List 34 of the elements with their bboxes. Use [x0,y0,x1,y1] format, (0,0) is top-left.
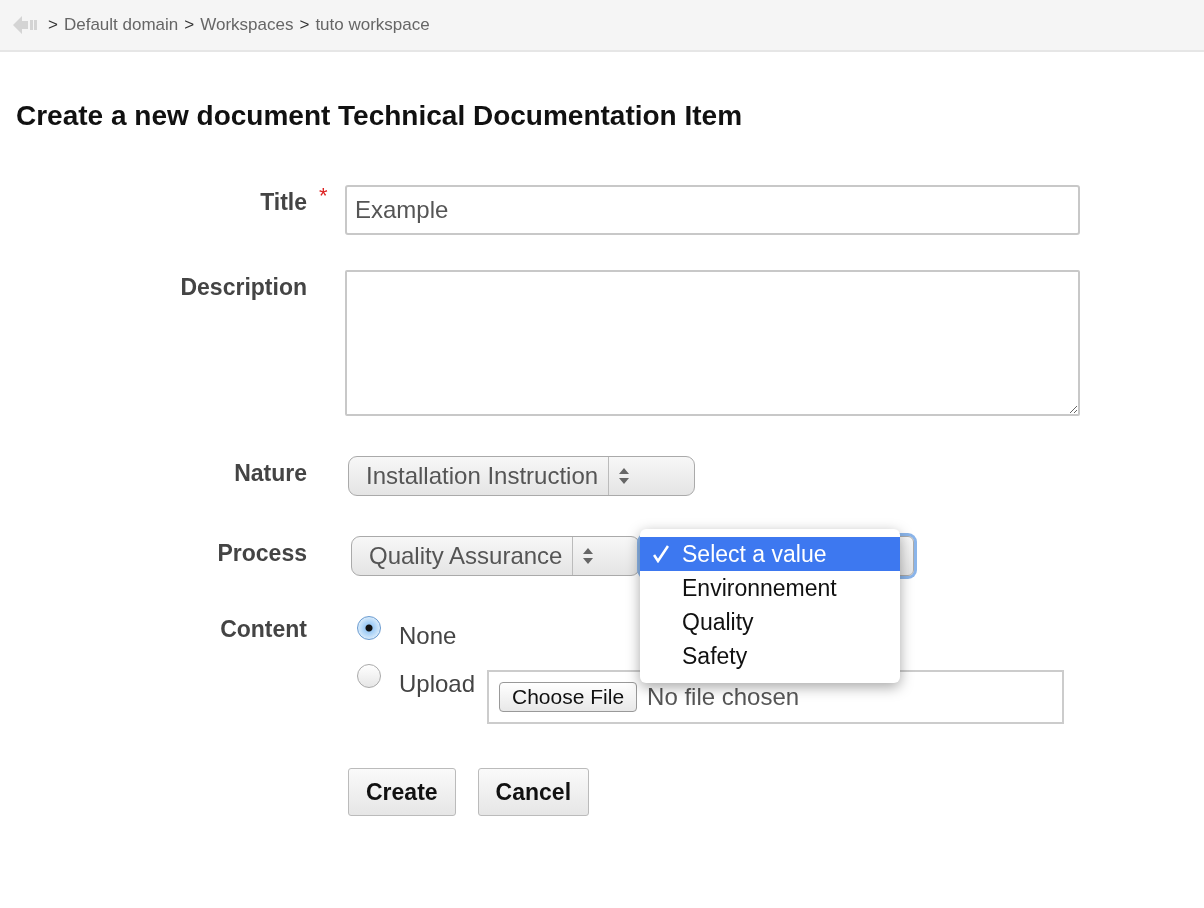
field-label: Description [180,273,307,301]
checkmark-icon [653,545,669,563]
form-button[interactable]: Cancel [477,768,590,816]
choose-file-button[interactable]: Choose File [499,682,638,712]
breadcrumb-link[interactable]: Workspaces [200,15,294,35]
field-label: Process [217,539,307,567]
nature-select[interactable]: Installation Instruction [348,456,695,496]
dropdown-option[interactable]: Quality [640,605,900,639]
up-down-arrows-icon [619,468,630,484]
dropdown-option[interactable]: Environnement [640,571,900,605]
page-heading: Create a new document Technical Documentation Item [16,99,744,133]
form-button[interactable]: Create [348,768,456,816]
radio-button[interactable] [357,616,381,640]
radio-button[interactable] [357,664,381,688]
radio-label: None [399,622,458,650]
breadcrumb-separator: > [299,15,310,35]
process-select[interactable]: Quality Assurance [351,536,640,576]
required-asterisk: * [319,183,328,209]
field-label: Title [260,188,307,216]
radio-label: Upload [399,670,477,698]
description-textarea[interactable] [345,270,1080,416]
dropdown-option[interactable]: Safety [640,639,900,673]
field-label: Nature [234,459,307,487]
home-arrow-icon[interactable] [12,14,38,36]
field-label: Content [220,615,307,643]
up-down-arrows-icon [583,548,594,564]
title-input[interactable]: Example [345,185,1080,235]
breadcrumb-separator: > [48,15,58,35]
breadcrumb-link[interactable]: tuto workspace [315,15,430,35]
file-status-text: No file chosen [647,683,800,711]
file-input[interactable]: Choose File No file chosen [487,670,1064,724]
dropdown-option[interactable]: Select a value [640,537,900,571]
breadcrumb-link[interactable]: Default domain [63,15,179,35]
breadcrumb-separator: > [184,15,195,35]
